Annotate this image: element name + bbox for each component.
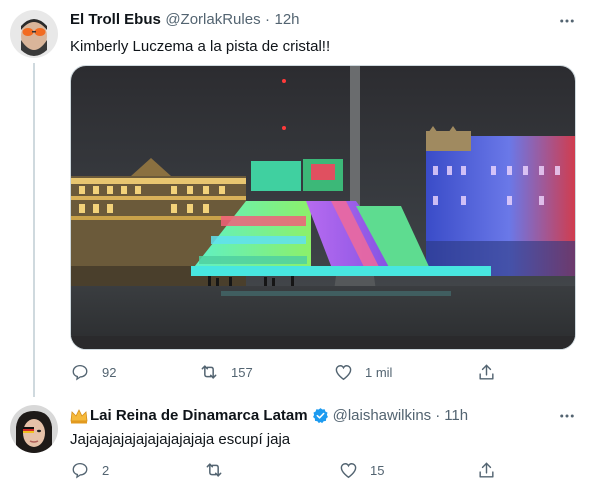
timestamp[interactable]: 12h: [274, 11, 299, 28]
reply-button[interactable]: 2: [70, 460, 109, 480]
timestamp[interactable]: 11h: [444, 407, 468, 424]
handle[interactable]: @ZorlakRules: [165, 11, 260, 28]
verified-badge-icon: [312, 407, 329, 424]
more-options-icon[interactable]: [557, 11, 577, 31]
display-name[interactable]: El Troll Ebus: [70, 11, 161, 28]
separator-dot: ·: [435, 407, 441, 424]
reply-icon: [70, 362, 90, 382]
reply-button[interactable]: 92: [70, 362, 116, 382]
reply-count: 2: [102, 462, 110, 478]
separator-dot: ·: [265, 11, 271, 28]
tweet2-header: Lai Reina de Dinamarca Latam @laishawilk…: [70, 407, 468, 424]
crown-emoji-icon: [70, 408, 88, 424]
like-button[interactable]: 15: [338, 460, 384, 480]
share-icon: [476, 460, 496, 480]
like-count: 15: [370, 462, 385, 478]
like-count: 1 mil: [365, 364, 393, 380]
tweet-photo[interactable]: [70, 65, 576, 350]
retweet-icon: [199, 362, 219, 382]
display-name[interactable]: Lai Reina de Dinamarca Latam: [90, 407, 308, 424]
share-button[interactable]: [476, 460, 508, 480]
tweet-text: Kimberly Luczema a la pista de cristal!!: [70, 38, 331, 55]
retweet-button[interactable]: 157: [199, 362, 253, 382]
more-options-icon[interactable]: [557, 406, 577, 426]
share-icon: [476, 362, 496, 382]
thread-connector-line: [33, 63, 35, 397]
handle[interactable]: @laishawilkins: [333, 407, 432, 424]
avatar-lai-reina[interactable]: [10, 405, 58, 453]
like-button[interactable]: 1 mil: [333, 362, 392, 382]
retweet-icon: [204, 460, 224, 480]
heart-icon: [338, 460, 358, 480]
tweet-text: Jajajajajajajajajajajaja escupí jaja: [70, 431, 291, 448]
reply-icon: [70, 460, 90, 480]
tweet1-header: El Troll Ebus @ZorlakRules · 12h: [70, 11, 300, 29]
reply-count: 92: [102, 364, 117, 380]
share-button[interactable]: [476, 362, 508, 382]
retweet-button[interactable]: [204, 460, 236, 480]
heart-icon: [333, 362, 353, 382]
retweet-count: 157: [231, 364, 253, 380]
avatar-el-troll-ebus[interactable]: [10, 10, 58, 58]
